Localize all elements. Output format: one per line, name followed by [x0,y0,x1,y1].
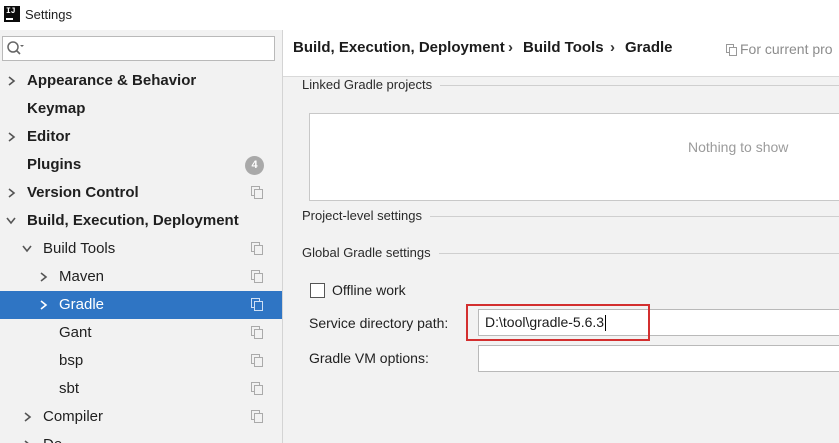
window-title: Settings [25,7,72,22]
project-scope-icon [251,382,263,395]
sidebar-item-build-execution-deployment[interactable]: Build, Execution, Deployment [0,207,282,235]
sidebar-item-label: Build Tools [43,240,116,257]
linked-projects-list[interactable]: Nothing to show [309,113,839,201]
service-directory-label: Service directory path: [309,315,449,331]
project-scope-icon [251,270,263,283]
sidebar-item-maven[interactable]: Maven [0,263,282,291]
sidebar-item-gradle[interactable]: Gradle [0,291,282,319]
search-icon [7,41,24,55]
project-scope-icon [726,44,737,56]
chevron-right-icon[interactable] [40,291,52,319]
breadcrumb-item[interactable]: Build, Execution, Deployment [293,39,505,56]
sidebar-item-label: De [43,431,62,443]
section-global-gradle-settings: Global Gradle settings [302,245,439,260]
offline-work-checkbox[interactable] [310,283,325,298]
scope-label: For current pro [740,41,833,57]
sidebar-item-label: Maven [59,268,105,285]
offline-work-label[interactable]: Offline work [332,282,406,298]
chevron-right-icon[interactable] [24,431,36,443]
project-scope-icon [251,326,263,339]
sidebar-item-label: Appearance & Behavior [27,72,197,89]
chevron-right-icon[interactable] [8,67,20,95]
sidebar-item-label: Version Control [27,184,139,201]
chevron-right-icon[interactable] [40,263,52,291]
breadcrumb-separator: › [508,39,513,56]
sidebar-item-label: sbt [59,380,80,397]
settings-sidebar: Appearance & Behavior Keymap Editor Plug… [0,30,283,443]
chevron-down-icon[interactable] [22,235,34,263]
sidebar-item-build-tools[interactable]: Build Tools [0,235,282,263]
search-input[interactable] [33,39,268,58]
chevron-right-icon[interactable] [8,123,20,151]
sidebar-item-label: Editor [27,128,71,145]
chevron-right-icon[interactable] [8,179,20,207]
annotation-highlight-box [466,304,650,341]
sidebar-item-label: Gant [59,324,92,341]
intellij-logo-icon: IJ [4,6,20,22]
project-scope-icon [251,242,263,255]
sidebar-item-label: Compiler [43,408,104,425]
sidebar-item-label: Gradle [59,296,105,313]
project-scope-icon [251,186,263,199]
sidebar-item-bsp[interactable]: bsp [0,347,282,375]
sidebar-item-plugins[interactable]: Plugins 4 [0,151,282,179]
sidebar-item-keymap[interactable]: Keymap [0,95,282,123]
sidebar-item-editor[interactable]: Editor [0,123,282,151]
sidebar-item-label: Plugins [27,156,82,173]
plugins-update-badge: 4 [245,156,264,175]
settings-content: Build, Execution, Deployment › Build Too… [283,30,839,443]
breadcrumb-separator: › [610,39,615,56]
project-scope-icon [251,410,263,423]
sidebar-item-appearance-behavior[interactable]: Appearance & Behavior [0,67,282,95]
breadcrumb-item[interactable]: Build Tools [523,39,604,56]
title-bar: IJ Settings [0,0,839,30]
sidebar-item-compiler[interactable]: Compiler [0,403,282,431]
sidebar-item-label: Keymap [27,100,86,117]
sidebar-item-version-control[interactable]: Version Control [0,179,282,207]
chevron-down-icon[interactable] [6,207,18,235]
breadcrumb: Build, Execution, Deployment › Build Too… [283,30,839,77]
project-scope-icon [251,354,263,367]
sidebar-item-label: Build, Execution, Deployment [27,212,239,229]
sidebar-item-debugger[interactable]: De [0,431,282,443]
project-scope-icon [251,298,263,311]
chevron-right-icon[interactable] [24,403,36,431]
gradle-vm-options-field[interactable] [478,345,839,372]
section-project-level-settings: Project-level settings [302,208,430,223]
settings-search[interactable] [2,36,275,61]
gradle-vm-options-label: Gradle VM options: [309,350,429,366]
empty-list-text: Nothing to show [688,139,789,155]
section-linked-gradle-projects: Linked Gradle projects [302,77,441,92]
sidebar-item-gant[interactable]: Gant [0,319,282,347]
sidebar-item-sbt[interactable]: sbt [0,375,282,403]
sidebar-item-label: bsp [59,352,84,369]
breadcrumb-item: Gradle [625,39,673,56]
